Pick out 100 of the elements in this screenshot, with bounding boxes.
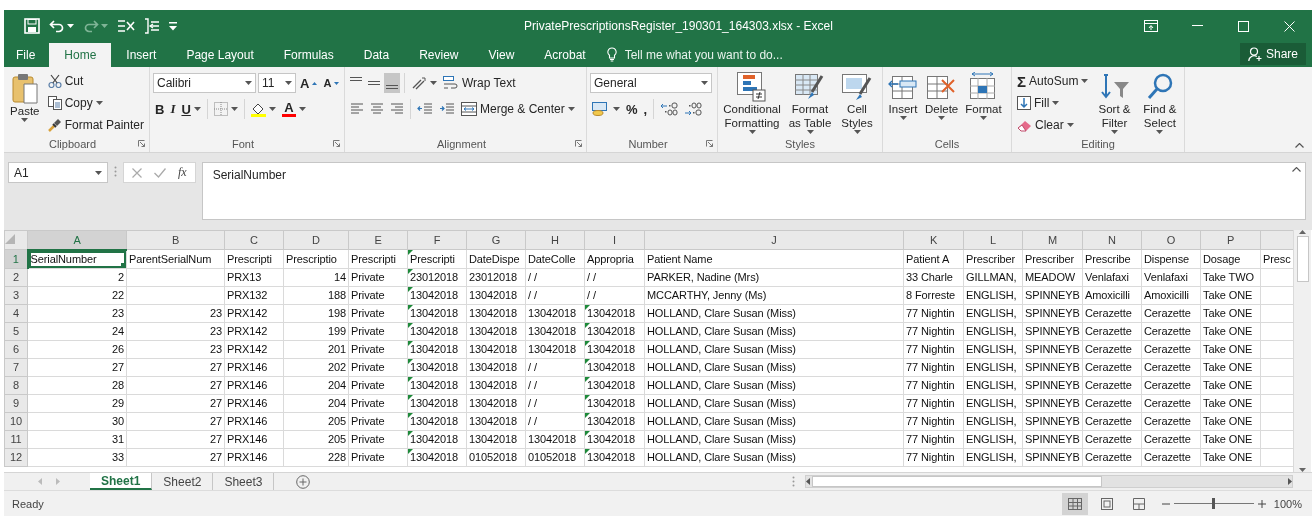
cell-styles-button[interactable]: Cell Styles bbox=[837, 71, 877, 135]
table-cell: 27 bbox=[126, 430, 225, 449]
copy-button[interactable]: Copy bbox=[45, 93, 146, 113]
align-bottom-button[interactable] bbox=[384, 73, 400, 93]
table-cell: Cerazette bbox=[1082, 448, 1142, 467]
ribbon-tab[interactable]: Review bbox=[404, 42, 474, 67]
column-header[interactable]: N bbox=[1082, 230, 1142, 250]
zoom-in-icon[interactable] bbox=[1257, 499, 1266, 508]
table-cell: Take ONE bbox=[1200, 304, 1261, 323]
table-cell: 13042018 bbox=[407, 322, 467, 341]
name-box[interactable]: A1 bbox=[8, 162, 108, 183]
comma-button[interactable]: , bbox=[641, 99, 650, 119]
column-header[interactable]: O bbox=[1141, 230, 1201, 250]
font-size-dropdown[interactable]: 11 bbox=[258, 73, 296, 93]
find-select-button[interactable]: Find & Select bbox=[1138, 71, 1181, 135]
accounting-format-button[interactable] bbox=[590, 99, 622, 119]
ribbon-tab[interactable]: View bbox=[473, 42, 530, 67]
group-label: Alignment bbox=[436, 137, 487, 150]
scrollbar-thumb[interactable] bbox=[812, 476, 1102, 488]
dialog-launcher-icon[interactable] bbox=[706, 140, 713, 147]
format-painter-button[interactable]: Format Painter bbox=[45, 115, 146, 135]
enter-button[interactable] bbox=[154, 167, 166, 178]
insert-function-button[interactable]: fx bbox=[178, 165, 187, 180]
fill-button[interactable]: Fill bbox=[1015, 93, 1091, 113]
insert-button[interactable]: Insert bbox=[886, 71, 920, 135]
table-cell: 198 bbox=[283, 304, 349, 323]
zoom-level[interactable]: 100% bbox=[1265, 497, 1312, 510]
ribbon-tab[interactable]: Acrobat bbox=[529, 42, 601, 67]
vertical-scrollbar[interactable] bbox=[1293, 230, 1311, 473]
dialog-launcher-icon[interactable] bbox=[575, 140, 582, 147]
column-header[interactable]: I bbox=[584, 230, 645, 250]
ribbon-tab[interactable]: Page Layout bbox=[171, 42, 269, 67]
sort-filter-button[interactable]: Sort & Filter bbox=[1093, 71, 1136, 135]
sheet-tab[interactable]: Sheet1 bbox=[90, 473, 153, 491]
column-header[interactable]: B bbox=[126, 230, 225, 250]
align-top-icon bbox=[350, 77, 362, 81]
slanted-lines-icon bbox=[411, 76, 427, 90]
ribbon-tab[interactable]: File bbox=[4, 42, 50, 67]
cut-button[interactable]: Cut bbox=[45, 71, 146, 91]
font-color-button[interactable]: A bbox=[279, 99, 308, 119]
list-arrow-button[interactable] bbox=[144, 18, 160, 34]
ribbon-tab[interactable]: Formulas bbox=[268, 42, 349, 67]
ribbon-tab[interactable]: Data bbox=[348, 42, 405, 67]
column-header[interactable]: F bbox=[407, 230, 467, 250]
autosum-button[interactable]: Σ AutoSum bbox=[1015, 71, 1091, 91]
tell-me-field[interactable]: Tell me what you want to do... bbox=[622, 46, 827, 63]
grow-font-button[interactable]: A bbox=[298, 73, 320, 93]
percent-button[interactable]: % bbox=[624, 99, 640, 119]
scrollbar-thumb[interactable] bbox=[1296, 236, 1309, 283]
dialog-launcher-icon[interactable] bbox=[333, 140, 340, 147]
table-cell: 23012018 bbox=[407, 268, 467, 287]
table-button[interactable]: Format as Table bbox=[786, 71, 834, 135]
column-header[interactable]: J bbox=[644, 230, 904, 250]
clear-button[interactable]: Clear bbox=[1015, 115, 1091, 135]
decrease-decimal-button[interactable] bbox=[682, 99, 705, 119]
bold-button[interactable]: B bbox=[153, 99, 167, 119]
increase-decimal-button[interactable] bbox=[658, 99, 681, 119]
fill-handle[interactable] bbox=[121, 262, 126, 268]
page-break-icon bbox=[1132, 497, 1145, 510]
column-header[interactable]: L bbox=[963, 230, 1023, 250]
wrap-text-button[interactable]: Wrap Text bbox=[441, 73, 518, 93]
shrink-font-button[interactable]: A bbox=[321, 73, 342, 93]
ribbon-tab[interactable]: Insert bbox=[111, 42, 172, 67]
column-header[interactable]: E bbox=[348, 230, 408, 250]
font-name-dropdown[interactable]: Calibri bbox=[153, 73, 256, 93]
share-button[interactable]: Share bbox=[1239, 43, 1306, 65]
column-header[interactable]: M bbox=[1022, 230, 1083, 250]
horizontal-scrollbar[interactable] bbox=[805, 475, 1293, 489]
customize-button[interactable] bbox=[169, 21, 177, 31]
ribbon-tab[interactable]: Home bbox=[49, 43, 112, 67]
cancel-button[interactable] bbox=[132, 167, 142, 178]
column-header[interactable]: A bbox=[27, 230, 127, 250]
formula-field[interactable]: SerialNumber bbox=[201, 162, 1306, 220]
column-header[interactable]: H bbox=[525, 230, 585, 250]
table-cell: 13042018 bbox=[466, 412, 526, 431]
conditional-button[interactable]: Conditional Formatting bbox=[721, 71, 783, 135]
column-header[interactable]: D bbox=[283, 230, 349, 250]
collapse-ribbon-icon[interactable] bbox=[1295, 143, 1304, 148]
undo-button[interactable] bbox=[49, 19, 74, 33]
dialog-launcher-icon[interactable] bbox=[138, 140, 145, 147]
column-header[interactable]: C bbox=[224, 230, 284, 250]
column-header[interactable]: G bbox=[466, 230, 526, 250]
italic-button[interactable]: I bbox=[168, 99, 178, 119]
borders-button[interactable] bbox=[211, 99, 240, 119]
column-header[interactable]: K bbox=[903, 230, 964, 250]
save-button[interactable] bbox=[24, 18, 40, 34]
format-button[interactable]: Format bbox=[963, 71, 1004, 135]
paste-button[interactable]: Paste bbox=[7, 71, 43, 135]
column-header[interactable]: P bbox=[1200, 230, 1261, 250]
number-format-dropdown[interactable]: General bbox=[590, 73, 712, 93]
normal-view-button[interactable] bbox=[1061, 492, 1088, 515]
list-x-button[interactable] bbox=[117, 19, 135, 33]
table-cell: Private bbox=[348, 376, 408, 395]
new-sheet-button[interactable] bbox=[296, 474, 311, 489]
underline-button[interactable]: U bbox=[179, 99, 203, 119]
table-cell: DateDispe bbox=[466, 249, 526, 269]
collapse-icon[interactable] bbox=[1292, 167, 1301, 172]
zoom-slider-thumb[interactable] bbox=[1212, 498, 1216, 510]
delete-button[interactable]: Delete bbox=[923, 71, 961, 135]
merge-center-button[interactable]: Merge & Center bbox=[459, 99, 577, 119]
